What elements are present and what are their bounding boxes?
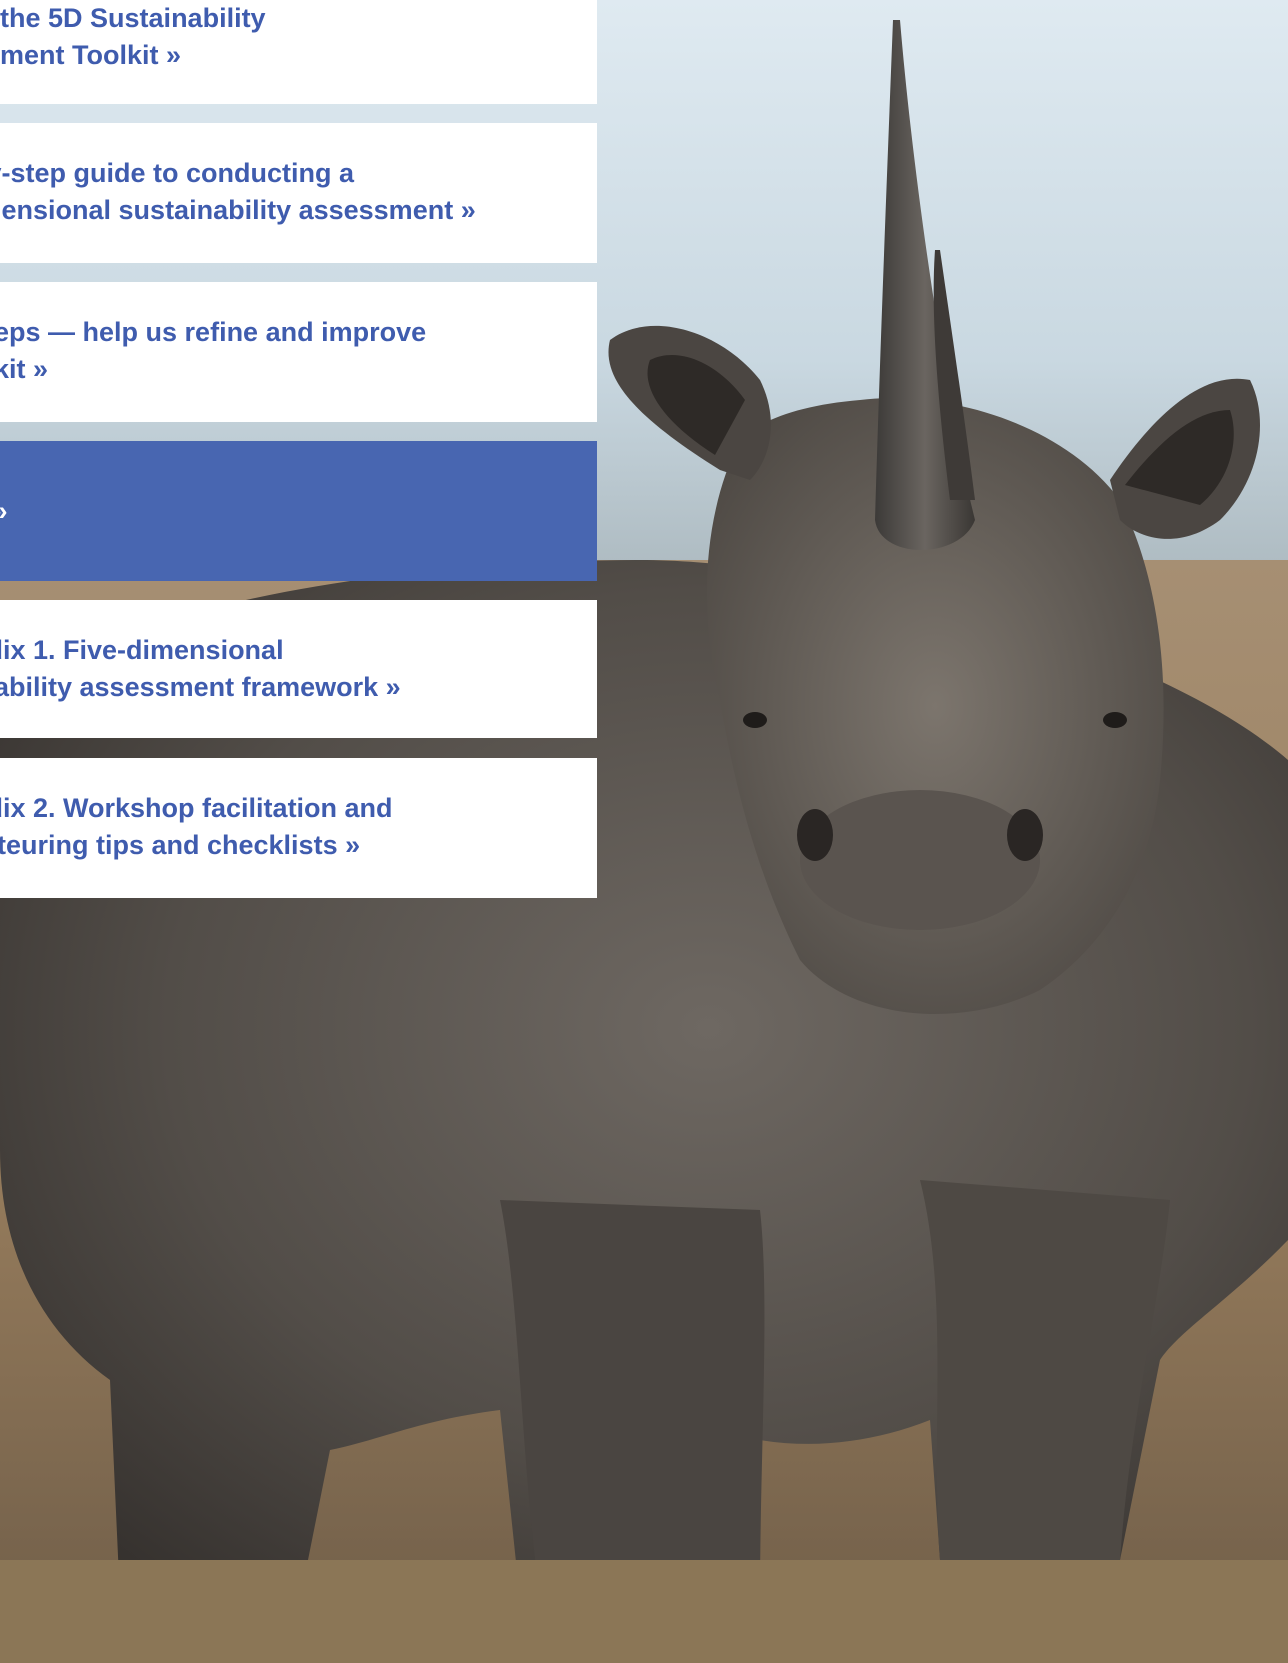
left-nostril bbox=[797, 809, 833, 861]
nav-item-step-by-step-guide[interactable]: by-step guide to conducting a imensional… bbox=[0, 123, 597, 263]
nav-item-label: by-step guide to conducting a imensional… bbox=[0, 158, 476, 225]
nav-item-appendix-2[interactable]: ndix 2. Workshop facilitation and orteur… bbox=[0, 758, 597, 898]
nav-item-label: ndix 2. Workshop facilitation and orteur… bbox=[0, 793, 393, 860]
nav-item-label: ndix 1. Five-dimensional inability asses… bbox=[0, 635, 401, 702]
foreground-grass bbox=[0, 1560, 1288, 1663]
muzzle bbox=[800, 790, 1040, 930]
page: is the 5D Sustainability ssment Toolkit … bbox=[0, 0, 1288, 1663]
nav-item-appendix-1[interactable]: ndix 1. Five-dimensional inability asses… bbox=[0, 600, 597, 738]
front-left-leg bbox=[500, 1200, 765, 1600]
nav-item-label: steps — help us refine and improve olkit… bbox=[0, 317, 427, 384]
right-eye bbox=[1103, 712, 1127, 728]
nav-item-label: is the 5D Sustainability ssment Toolkit … bbox=[0, 3, 266, 70]
nav-item-references[interactable]: s » bbox=[0, 441, 597, 581]
left-eye bbox=[743, 712, 767, 728]
nav-item-next-steps[interactable]: steps — help us refine and improve olkit… bbox=[0, 282, 597, 422]
toolkit-nav: is the 5D Sustainability ssment Toolkit … bbox=[0, 0, 597, 898]
right-nostril bbox=[1007, 809, 1043, 861]
nav-item-label: s » bbox=[0, 493, 590, 530]
nav-item-about[interactable]: is the 5D Sustainability ssment Toolkit … bbox=[0, 0, 597, 104]
